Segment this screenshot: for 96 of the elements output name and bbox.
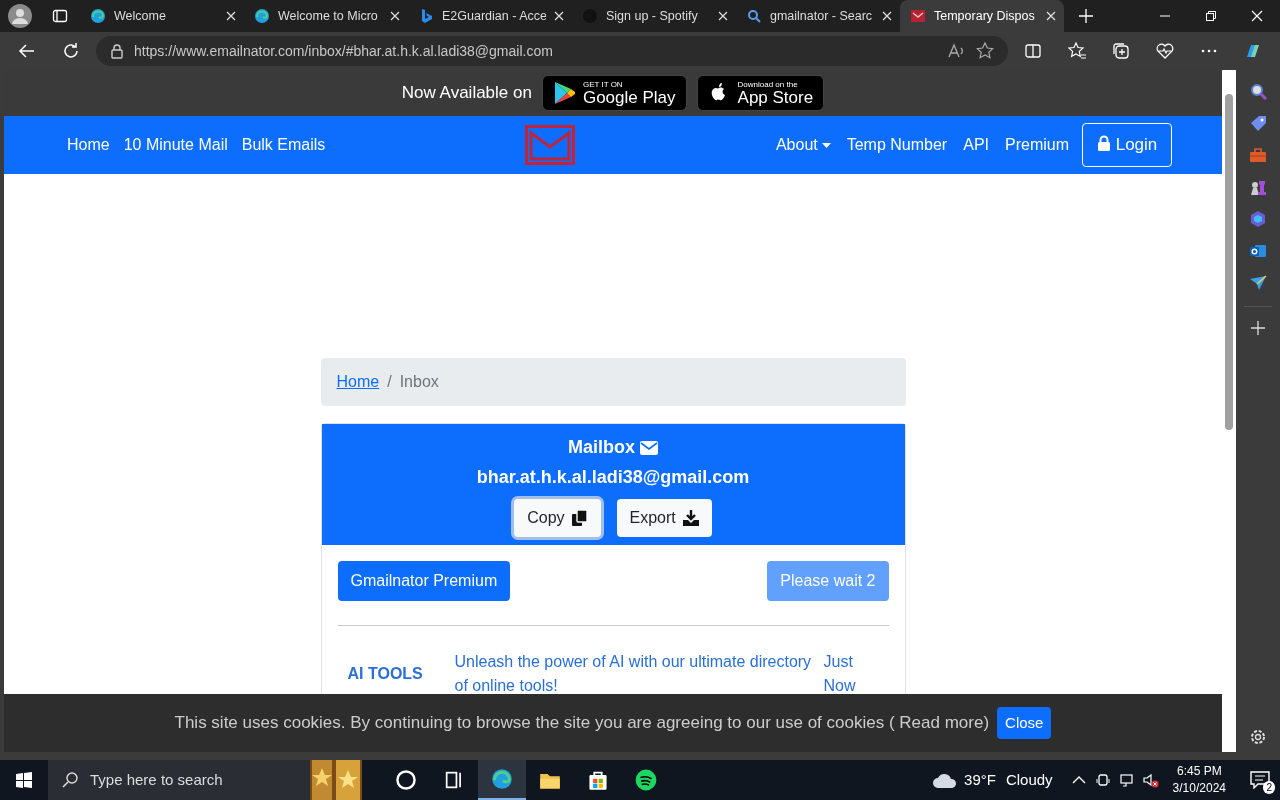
- clock[interactable]: 6:45 PM 3/10/2024: [1172, 763, 1226, 797]
- back-icon[interactable]: [18, 42, 36, 60]
- windows-start-icon[interactable]: [16, 772, 32, 788]
- taskbar-search-field[interactable]: Type here to search: [48, 760, 310, 800]
- nav-link[interactable]: API: [958, 127, 994, 163]
- search-icon[interactable]: [1249, 82, 1267, 100]
- chess-pieces-icon[interactable]: [1249, 178, 1267, 196]
- notification-button[interactable]: 2: [1240, 760, 1280, 800]
- profile-avatar[interactable]: [8, 4, 32, 28]
- app-store-badge[interactable]: GET IT ON Google Play: [541, 75, 687, 111]
- close-icon[interactable]: [554, 11, 564, 21]
- edge-icon: [90, 8, 106, 24]
- add-icon[interactable]: [1251, 321, 1265, 335]
- chat-bubble-icon: [1250, 771, 1270, 789]
- copilot-icon[interactable]: [1244, 42, 1262, 60]
- mail-icon: [910, 8, 926, 24]
- tab-title: Temporary Dispos: [934, 7, 1036, 25]
- nav-link[interactable]: Bulk Emails: [236, 127, 331, 163]
- lock-icon: [1096, 135, 1111, 152]
- nav-link[interactable]: 10 Minute Mail: [118, 127, 233, 163]
- close-icon[interactable]: [226, 11, 236, 21]
- read-more-link[interactable]: Read more: [899, 713, 984, 733]
- login-button[interactable]: Login: [1082, 123, 1172, 167]
- mailbox-title: Mailbox: [568, 437, 635, 457]
- maximize-icon[interactable]: [1205, 10, 1217, 22]
- breadcrumb-current: Inbox: [399, 372, 439, 392]
- tab-title: gmailnator - Searc: [770, 7, 874, 25]
- store-icon[interactable]: [587, 769, 609, 791]
- caret-icon: [821, 142, 831, 149]
- paper-plane-icon[interactable]: [1249, 274, 1267, 292]
- copy-icon: [570, 509, 588, 527]
- email-address: bhar.at.h.k.al.ladi38@gmail.com: [475, 466, 751, 489]
- browser-tab[interactable]: E2Guardian - Acce: [408, 0, 572, 32]
- nav-link[interactable]: Premium: [1000, 127, 1074, 163]
- search-icon: [746, 8, 762, 24]
- close-button[interactable]: Close: [997, 706, 1052, 740]
- edge-icon[interactable]: [491, 768, 513, 790]
- scrollbar-thumb[interactable]: [1225, 94, 1233, 430]
- message-time: Just Now: [823, 652, 857, 696]
- toolbox-icon[interactable]: [1249, 146, 1267, 164]
- new-tab-icon[interactable]: [1079, 9, 1093, 23]
- availability-text: Now Available on: [401, 82, 532, 105]
- cookie-notice: This site uses cookies. By continuing to browse the site you are agreeing to our use of cookies ( Read more): [174, 712, 990, 735]
- edge-icon: [254, 8, 270, 24]
- settings-icon[interactable]: [1249, 728, 1267, 746]
- tag-icon[interactable]: [1249, 114, 1267, 132]
- refresh-icon[interactable]: [62, 42, 80, 60]
- breadcrumb-separator: /: [387, 372, 392, 392]
- split-screen-icon[interactable]: [1024, 42, 1042, 60]
- browser-tab[interactable]: Welcome to Micro: [244, 0, 408, 32]
- muted-speaker-icon[interactable]: [1142, 772, 1159, 788]
- favorites-icon[interactable]: [1068, 42, 1086, 60]
- mailbox-button[interactable]: Export: [616, 499, 712, 537]
- network-icon[interactable]: [1118, 772, 1135, 788]
- scrollbar[interactable]: [1222, 70, 1236, 752]
- download-icon: [681, 509, 699, 527]
- cortana-icon[interactable]: [395, 769, 417, 791]
- message-sender[interactable]: AI TOOLS: [347, 662, 455, 686]
- hexagon-icon[interactable]: [1249, 210, 1267, 228]
- dropdown-toggle[interactable]: About: [770, 127, 836, 163]
- tab-title: Sign up - Spotify: [606, 7, 699, 25]
- close-icon[interactable]: [1046, 11, 1056, 21]
- weather-condition: Cloudy: [1005, 769, 1053, 790]
- browser-tab[interactable]: Welcome: [80, 0, 244, 32]
- spotify-icon[interactable]: [635, 769, 657, 791]
- nav-link[interactable]: Temp Number: [841, 127, 953, 163]
- play-store-icon: [552, 81, 577, 105]
- mailbox-button[interactable]: Copy: [514, 499, 601, 537]
- weather-temperature: 39°F: [964, 769, 996, 790]
- browser-tab[interactable]: Sign up - Spotify: [572, 0, 736, 32]
- notification-count: 2: [1263, 781, 1275, 794]
- close-icon[interactable]: [718, 11, 728, 21]
- tab-actions-icon[interactable]: [52, 8, 68, 24]
- close-icon[interactable]: [390, 11, 400, 21]
- read-aloud-icon[interactable]: [948, 43, 966, 59]
- nav-link[interactable]: Home: [62, 127, 115, 163]
- outlook-icon[interactable]: [1249, 242, 1267, 260]
- favorite-star-icon[interactable]: [976, 42, 994, 60]
- collections-icon[interactable]: [1112, 42, 1130, 60]
- device-icon[interactable]: [1094, 772, 1111, 788]
- lock-icon: [110, 43, 124, 59]
- app-store-badge[interactable]: Download on the App Store: [696, 75, 825, 111]
- tab-title: E2Guardian - Acce: [442, 7, 546, 25]
- tab-title: Welcome to Micro: [278, 7, 379, 25]
- address-bar[interactable]: https://www.emailnator.com/inbox/#bhar.at.h.k.al.ladi38@gmail.com: [96, 36, 1008, 66]
- breadcrumb-link[interactable]: Home: [336, 370, 380, 394]
- close-icon[interactable]: [882, 11, 892, 21]
- tab-title: Welcome: [114, 7, 167, 25]
- search-icon: [62, 772, 78, 788]
- premium-button[interactable]: Gmailnator Premium: [337, 561, 511, 601]
- heartbeat-icon[interactable]: [1156, 42, 1174, 60]
- envelope-icon: [640, 441, 658, 456]
- cloud-icon: [932, 771, 959, 789]
- browser-tab[interactable]: Temporary Dispos: [900, 0, 1064, 32]
- browser-tab[interactable]: gmailnator - Searc: [736, 0, 900, 32]
- message-subject[interactable]: Unleash the power of AI with our ultimate directory of online tools!: [454, 650, 824, 698]
